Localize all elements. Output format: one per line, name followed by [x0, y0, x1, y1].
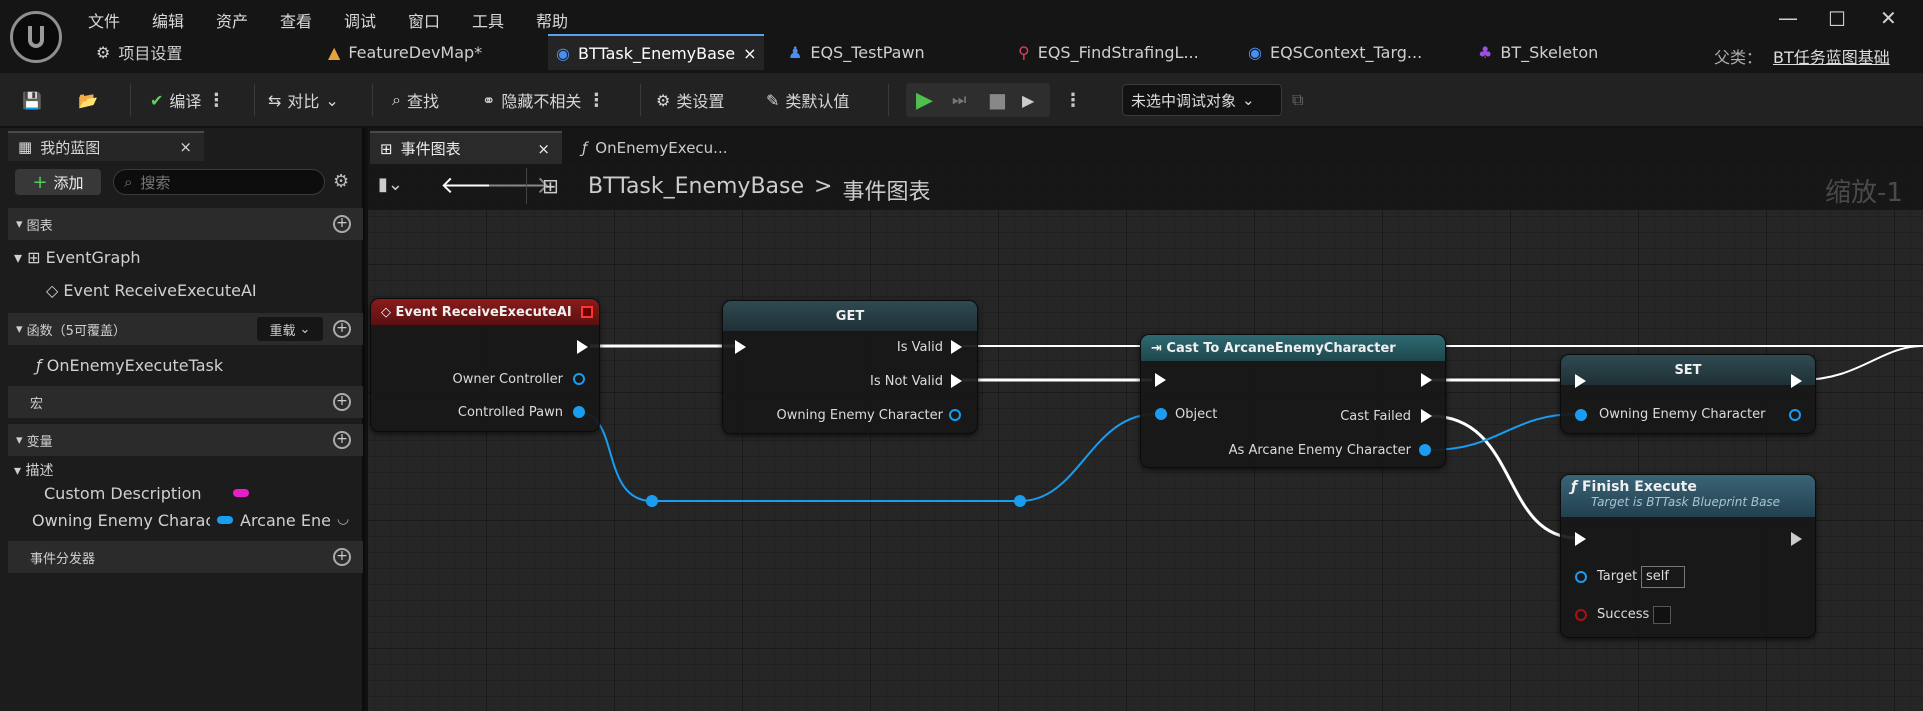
cast-icon: ⇥: [1151, 340, 1167, 356]
node-header: ⇥ Cast To ArcaneEnemyCharacter: [1141, 335, 1445, 361]
set-out-pin[interactable]: [1789, 409, 1801, 421]
pin-label: Owning Enemy Character: [776, 408, 943, 423]
pin-label: Controlled Pawn: [457, 405, 563, 420]
pin-label: As Arcane Enemy Character: [1228, 443, 1411, 458]
exec-out-pin[interactable]: [1791, 532, 1802, 546]
pin-label: Target: [1597, 569, 1638, 584]
success-pin[interactable]: [1575, 609, 1587, 621]
exec-in-pin[interactable]: [1155, 373, 1166, 387]
exec-in-pin[interactable]: [735, 340, 746, 354]
object-pin[interactable]: [1155, 408, 1167, 420]
node-get[interactable]: GET Is Valid Is Not Valid Owning Enemy C…: [722, 300, 978, 434]
pin-label: Owner Controller: [452, 372, 563, 387]
event-icon: ◇: [381, 304, 396, 320]
exec-in-pin[interactable]: [1575, 374, 1586, 388]
cast-failed-pin[interactable]: [1421, 409, 1432, 423]
pin-label: Is Valid: [896, 340, 943, 355]
target-pin[interactable]: [1575, 571, 1587, 583]
node-set[interactable]: SET Owning Enemy Character: [1560, 354, 1816, 434]
as-arcane-pin[interactable]: [1419, 444, 1431, 456]
pin-label: Cast Failed: [1340, 409, 1411, 424]
function-icon: ƒ: [1571, 479, 1582, 495]
exec-out-pin[interactable]: [577, 340, 588, 354]
owner-controller-pin[interactable]: [573, 373, 585, 385]
node-finish-execute[interactable]: ƒ Finish Execute Target is BTTask Bluepr…: [1560, 474, 1816, 638]
node-subtitle: Target is BTTask Blueprint Base: [1591, 495, 1781, 509]
exec-out-pin[interactable]: [1421, 373, 1432, 387]
pin-label: Success: [1597, 607, 1650, 622]
exec-out-pin[interactable]: [1791, 374, 1802, 388]
target-value-field[interactable]: self: [1641, 566, 1685, 588]
owning-enemy-pin[interactable]: [949, 409, 961, 421]
node-header: SET: [1561, 355, 1815, 385]
node-event-receiveexecuteai[interactable]: ◇ Event ReceiveExecuteAI Owner Controlle…: [370, 298, 600, 432]
controlled-pawn-pin[interactable]: [573, 406, 585, 418]
success-checkbox[interactable]: [1653, 606, 1671, 624]
node-cast-to-arcane[interactable]: ⇥ Cast To ArcaneEnemyCharacter Object Ca…: [1140, 334, 1446, 468]
is-not-valid-pin[interactable]: [951, 374, 962, 388]
delegate-pin[interactable]: [581, 306, 593, 318]
node-header: GET: [723, 301, 977, 331]
node-header: ◇ Event ReceiveExecuteAI: [371, 299, 599, 325]
pin-label: Object: [1175, 407, 1218, 422]
is-valid-pin[interactable]: [951, 340, 962, 354]
pin-label: Owning Enemy Character: [1599, 407, 1766, 422]
exec-in-pin[interactable]: [1575, 532, 1586, 546]
node-header: ƒ Finish Execute Target is BTTask Bluepr…: [1561, 475, 1815, 517]
set-in-pin[interactable]: [1575, 409, 1587, 421]
pin-label: Is Not Valid: [870, 374, 943, 389]
